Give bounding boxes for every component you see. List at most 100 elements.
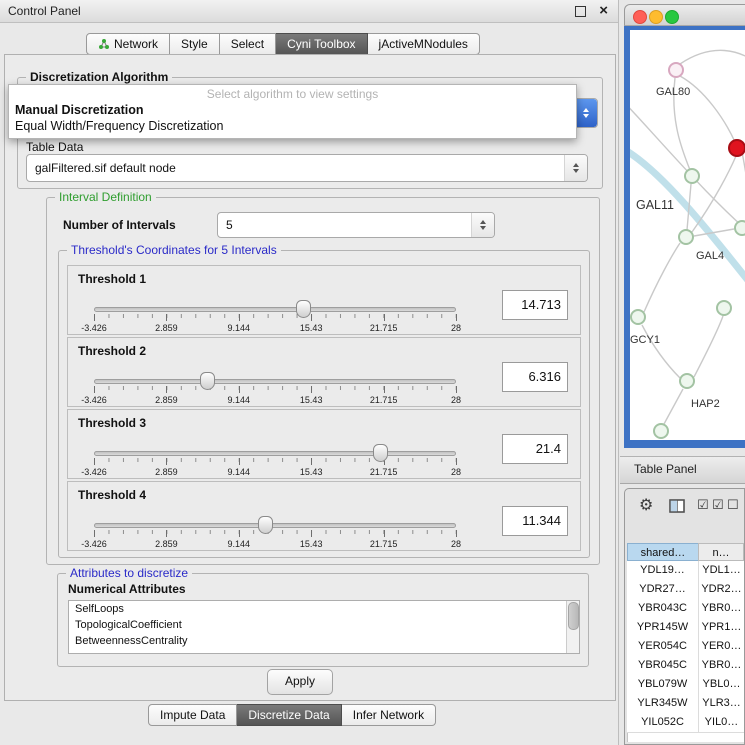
table-cell[interactable]: YDL1…	[699, 561, 744, 580]
slider-tick-label: -3.426	[81, 539, 107, 549]
deselect-check-icon[interactable]: ☐	[727, 497, 739, 513]
dropdown-option-manual[interactable]: Manual Discretization	[15, 103, 570, 119]
slider-track[interactable]	[94, 523, 456, 528]
network-node-selected[interactable]	[728, 139, 745, 157]
slider-track[interactable]	[94, 379, 456, 384]
slider-handle[interactable]	[373, 444, 388, 462]
table-row[interactable]: YDR27… YDR2…	[627, 580, 744, 600]
close-traffic-icon[interactable]	[633, 10, 647, 24]
table-cell[interactable]: YDL19…	[627, 561, 699, 580]
threshold-value-field[interactable]: 6.316	[502, 362, 568, 392]
table-cell[interactable]: YDR2…	[699, 580, 744, 599]
table-cell[interactable]: YPR1…	[699, 618, 744, 637]
close-icon[interactable]: ×	[599, 2, 608, 20]
combo-arrows-icon[interactable]	[564, 155, 587, 181]
combo-arrows-icon[interactable]	[574, 99, 597, 127]
slider-tick-label: 15.43	[300, 467, 323, 477]
table-cell[interactable]: YLR3…	[699, 694, 744, 713]
network-canvas[interactable]: GAL80 GAL11 GAL4 GCY1 HAP2	[630, 30, 745, 440]
slider-major-tick	[456, 314, 457, 321]
network-node[interactable]	[684, 168, 700, 184]
tab-network[interactable]: Network	[86, 33, 170, 55]
attributes-list[interactable]: SelfLoops TopologicalCoefficient Between…	[68, 600, 580, 654]
tab-select[interactable]: Select	[220, 33, 276, 55]
table-cell[interactable]: YBL079W	[627, 675, 699, 694]
select-all-check-icon[interactable]: ☑	[697, 497, 709, 513]
threshold-value-field[interactable]: 21.4	[502, 434, 568, 464]
tab-jactivemnodules[interactable]: jActiveMNodules	[368, 33, 480, 55]
slider-handle[interactable]	[200, 372, 215, 390]
scrollbar-thumb[interactable]	[568, 602, 579, 630]
column-header-shared-name[interactable]: shared…	[627, 543, 699, 561]
network-node[interactable]	[653, 423, 669, 439]
table-row[interactable]: YDL19… YDL1…	[627, 561, 744, 581]
list-scrollbar[interactable]	[566, 601, 579, 653]
slider-major-tick	[166, 386, 167, 393]
combo-arrows-icon[interactable]	[471, 213, 494, 237]
list-item[interactable]: BetweennessCentrality	[69, 633, 579, 649]
tab-discretize-data[interactable]: Discretize Data	[237, 704, 341, 726]
table-row[interactable]: YLR345W YLR3…	[627, 694, 744, 714]
num-intervals-combobox[interactable]: 5	[217, 212, 495, 238]
zoom-traffic-icon[interactable]	[665, 10, 679, 24]
threshold-slider[interactable]: -3.4262.8599.14415.4321.71528	[94, 516, 456, 550]
apply-button[interactable]: Apply	[267, 669, 333, 695]
table-cell[interactable]: YLR345W	[627, 694, 699, 713]
control-panel-titlebar[interactable]: Control Panel ×	[0, 0, 618, 23]
table-cell[interactable]: YBR045C	[627, 656, 699, 675]
table-row[interactable]: YBR043C YBR0…	[627, 599, 744, 619]
tab-cyni-toolbox[interactable]: Cyni Toolbox	[276, 33, 367, 55]
minimize-icon[interactable]	[575, 6, 586, 17]
slider-track[interactable]	[94, 307, 456, 312]
table-row[interactable]: YPR145W YPR1…	[627, 618, 744, 638]
network-node[interactable]	[679, 373, 695, 389]
list-item[interactable]: TopologicalCoefficient	[69, 617, 579, 633]
cyni-toolbox-panel: Discretization Algorithm Table Data galF…	[4, 54, 616, 701]
slider-track[interactable]	[94, 451, 456, 456]
table-cell[interactable]: YBR0…	[699, 599, 744, 618]
network-node[interactable]	[630, 309, 646, 325]
table-data-combobox[interactable]: galFiltered.sif default node	[26, 154, 588, 182]
threshold-slider[interactable]: -3.4262.8599.14415.4321.71528	[94, 444, 456, 478]
network-node[interactable]	[716, 300, 732, 316]
threshold-value-field[interactable]: 11.344	[502, 506, 568, 536]
network-node[interactable]	[668, 62, 684, 78]
table-cell[interactable]: YIL052C	[627, 713, 699, 732]
slider-major-tick	[94, 314, 95, 321]
table-row[interactable]: YIL052C YIL0…	[627, 713, 744, 733]
select-check-icon[interactable]: ☑	[712, 497, 724, 513]
slider-tick-label: 9.144	[228, 323, 251, 333]
slider-handle[interactable]	[258, 516, 273, 534]
table-cell[interactable]: YER0…	[699, 637, 744, 656]
network-window-titlebar[interactable]	[624, 4, 745, 26]
column-header-name[interactable]: n…	[698, 543, 744, 561]
columns-icon[interactable]	[669, 499, 685, 513]
gear-icon[interactable]: ⚙	[639, 495, 653, 515]
slider-tick-label: 28	[451, 467, 461, 477]
table-cell[interactable]: YBL0…	[699, 675, 744, 694]
table-row[interactable]: YBR045C YBR0…	[627, 656, 744, 676]
minimize-traffic-icon[interactable]	[649, 10, 663, 24]
threshold-slider[interactable]: -3.4262.8599.14415.4321.71528	[94, 300, 456, 334]
threshold-slider[interactable]: -3.4262.8599.14415.4321.71528	[94, 372, 456, 406]
slider-major-tick	[311, 314, 312, 321]
table-cell[interactable]: YBR043C	[627, 599, 699, 618]
table-cell[interactable]: YER054C	[627, 637, 699, 656]
table-cell[interactable]: YBR0…	[699, 656, 744, 675]
tab-infer-network[interactable]: Infer Network	[342, 704, 436, 726]
table-cell[interactable]: YPR145W	[627, 618, 699, 637]
tab-style[interactable]: Style	[170, 33, 220, 55]
tab-impute-data[interactable]: Impute Data	[148, 704, 237, 726]
node-label: GAL80	[656, 86, 690, 98]
network-icon	[98, 38, 110, 50]
dropdown-option-equal-width[interactable]: Equal Width/Frequency Discretization	[15, 119, 570, 135]
network-node[interactable]	[734, 220, 745, 236]
table-cell[interactable]: YIL0…	[699, 713, 744, 732]
threshold-value-field[interactable]: 14.713	[502, 290, 568, 320]
list-item[interactable]: SelfLoops	[69, 601, 579, 617]
table-cell[interactable]: YDR27…	[627, 580, 699, 599]
table-row[interactable]: YBL079W YBL0…	[627, 675, 744, 695]
table-row[interactable]: YER054C YER0…	[627, 637, 744, 657]
network-node[interactable]	[678, 229, 694, 245]
slider-handle[interactable]	[296, 300, 311, 318]
